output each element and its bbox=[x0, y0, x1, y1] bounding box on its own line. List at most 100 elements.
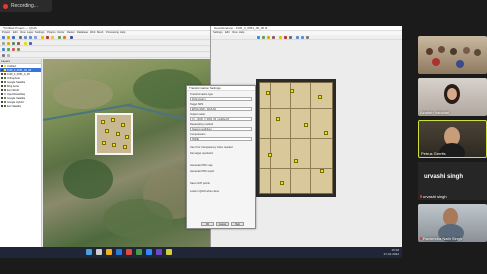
menu-help[interactable]: Help bbox=[239, 31, 244, 34]
gcp-marker[interactable] bbox=[304, 123, 308, 127]
scanned-map-raster[interactable] bbox=[259, 82, 333, 194]
gcp-marker[interactable] bbox=[294, 159, 298, 163]
participant-video-tile[interactable]: Azadeh Vafadari bbox=[418, 78, 487, 116]
layer-visibility-checkbox[interactable] bbox=[1, 97, 3, 99]
pan-icon[interactable] bbox=[306, 36, 309, 39]
layer-visibility-checkbox[interactable] bbox=[1, 89, 3, 91]
gcp-marker[interactable] bbox=[112, 143, 116, 147]
menu-mesh[interactable]: Mesh bbox=[97, 31, 103, 34]
new-project-icon[interactable] bbox=[2, 36, 5, 39]
add-wms-icon[interactable] bbox=[17, 48, 20, 51]
layer-styling-icon[interactable] bbox=[2, 54, 5, 57]
add-csv-icon[interactable] bbox=[12, 48, 15, 51]
gcp-marker[interactable] bbox=[320, 169, 324, 173]
output-raster-field[interactable]: C:/.../KUR_3_0051_00_modified.tif bbox=[190, 117, 252, 121]
move-point-icon[interactable] bbox=[289, 36, 292, 39]
add-raster-icon[interactable] bbox=[2, 48, 5, 51]
checkbox-label[interactable]: Generate PDF map bbox=[190, 164, 213, 167]
field-calculator-icon[interactable] bbox=[63, 36, 66, 39]
identify-icon[interactable] bbox=[41, 36, 44, 39]
taskbar-clock[interactable]: 15:28 27-01-2022 bbox=[384, 248, 399, 256]
gcp-marker[interactable] bbox=[123, 145, 127, 149]
zoom-in-icon[interactable] bbox=[296, 36, 299, 39]
open-raster-icon[interactable] bbox=[257, 36, 260, 39]
gcp-marker[interactable] bbox=[318, 95, 322, 99]
menu-edit[interactable]: Edit bbox=[13, 31, 17, 34]
zoom-app-icon[interactable] bbox=[146, 249, 152, 255]
layer-visibility-checkbox[interactable] bbox=[1, 69, 3, 71]
menu-vector[interactable]: Vector bbox=[57, 31, 64, 34]
checkbox-label[interactable]: Set target resolution bbox=[190, 152, 213, 155]
layer-item[interactable]: Esri Satellite bbox=[0, 104, 41, 108]
map-canvas[interactable] bbox=[43, 59, 210, 247]
save-project-icon[interactable] bbox=[12, 36, 15, 39]
zoom-out-icon[interactable] bbox=[301, 36, 304, 39]
gcp-marker[interactable] bbox=[276, 117, 280, 121]
menu-plugins[interactable]: Plugins bbox=[47, 31, 56, 34]
recording-indicator[interactable]: Recording... bbox=[0, 0, 52, 12]
menu-edit[interactable]: Edit bbox=[225, 31, 229, 34]
digitize-icon[interactable] bbox=[2, 42, 5, 45]
label-icon[interactable] bbox=[24, 42, 27, 45]
participant-video-tile[interactable] bbox=[418, 36, 487, 74]
notes-icon[interactable] bbox=[166, 249, 172, 255]
resampling-method-select[interactable]: Nearest neighbour bbox=[190, 127, 252, 131]
compression-select[interactable]: NONE bbox=[190, 137, 252, 141]
gcp-table-icon[interactable] bbox=[267, 36, 270, 39]
zoom-out-icon[interactable] bbox=[29, 36, 32, 39]
menu-settings[interactable]: Settings bbox=[213, 31, 222, 34]
gcp-marker[interactable] bbox=[290, 89, 294, 93]
menu-database[interactable]: Database bbox=[77, 31, 88, 34]
select-icon[interactable] bbox=[46, 36, 49, 39]
georeferencer-icon[interactable] bbox=[70, 36, 73, 39]
menu-raster[interactable]: Raster bbox=[67, 31, 75, 34]
georeferenced-raster-footprint[interactable] bbox=[95, 113, 133, 155]
add-point-icon[interactable] bbox=[279, 36, 282, 39]
layer-visibility-checkbox[interactable] bbox=[1, 105, 3, 107]
gcp-marker[interactable] bbox=[105, 129, 109, 133]
measure-icon[interactable] bbox=[51, 36, 54, 39]
settings-gear-icon[interactable] bbox=[272, 36, 275, 39]
menu-project[interactable]: Project bbox=[2, 31, 10, 34]
filter-icon[interactable] bbox=[7, 54, 10, 57]
pan-icon[interactable] bbox=[19, 36, 22, 39]
gcp-marker[interactable] bbox=[266, 91, 270, 95]
add-feature-icon[interactable] bbox=[12, 42, 15, 45]
file-explorer-icon[interactable] bbox=[106, 249, 112, 255]
edge-icon[interactable] bbox=[116, 249, 122, 255]
checkbox-label[interactable]: Load in QGIS when done bbox=[190, 190, 219, 193]
gcp-marker[interactable] bbox=[280, 181, 284, 185]
target-srs-select[interactable]: EPSG:4326 - WGS 84 bbox=[190, 107, 252, 111]
gcp-marker[interactable] bbox=[324, 131, 328, 135]
zoom-in-icon[interactable] bbox=[24, 36, 27, 39]
menu-view[interactable]: View bbox=[20, 31, 26, 34]
participant-video-tile-active[interactable]: Petrus Gerrits bbox=[418, 120, 487, 158]
georeferencer-canvas[interactable] bbox=[256, 79, 336, 197]
menu-help[interactable]: Help bbox=[120, 31, 125, 34]
gcp-marker[interactable] bbox=[101, 120, 105, 124]
python-icon[interactable] bbox=[29, 42, 32, 45]
menu-processing[interactable]: Processing bbox=[106, 31, 119, 34]
gcp-marker[interactable] bbox=[111, 118, 115, 122]
layer-visibility-checkbox[interactable] bbox=[1, 73, 3, 75]
gcp-marker[interactable] bbox=[102, 141, 106, 145]
edit-pencil-icon[interactable] bbox=[7, 42, 10, 45]
start-georeferencing-icon[interactable] bbox=[262, 36, 265, 39]
attribute-table-icon[interactable] bbox=[58, 36, 61, 39]
ok-button[interactable]: OK bbox=[201, 222, 214, 226]
transformation-type-select[interactable]: Polynomial 1 bbox=[190, 97, 252, 101]
add-vector-icon[interactable] bbox=[7, 48, 10, 51]
layer-visibility-checkbox[interactable] bbox=[1, 65, 3, 67]
checkbox-label[interactable]: Save GCP points bbox=[190, 182, 210, 185]
help-button[interactable]: Help bbox=[231, 222, 244, 226]
menu-settings[interactable]: Settings bbox=[35, 31, 44, 34]
menu-layer[interactable]: Layer bbox=[27, 31, 34, 34]
participant-name-tile[interactable]: urvashi singh urvashi singh bbox=[418, 162, 487, 200]
gcp-marker[interactable] bbox=[125, 135, 129, 139]
menu-web[interactable]: Web bbox=[90, 31, 95, 34]
cancel-button[interactable]: Cancel bbox=[216, 222, 229, 226]
gcp-marker[interactable] bbox=[268, 153, 272, 157]
gcp-marker[interactable] bbox=[116, 132, 120, 136]
checkbox-label[interactable]: Generate PDF report bbox=[190, 170, 214, 173]
participant-video-tile[interactable]: Raviendra Nath Singh bbox=[418, 204, 487, 242]
